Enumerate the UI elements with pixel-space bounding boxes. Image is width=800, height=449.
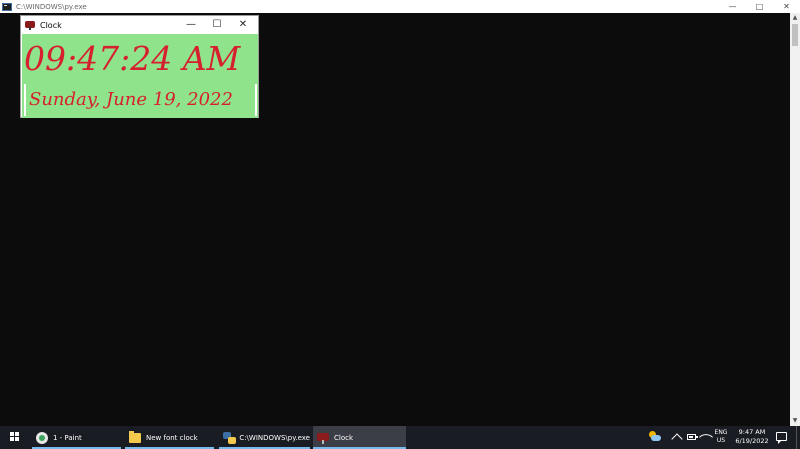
clock-maximize-button[interactable]: ☐ <box>204 16 230 34</box>
taskbar-item-new-font-clock[interactable]: New font clock <box>125 426 214 449</box>
clock-window-controls: — ☐ ✕ <box>178 16 256 34</box>
taskbar-item-paint[interactable]: 1 - Paint <box>32 426 121 449</box>
battery-icon[interactable] <box>687 434 698 440</box>
taskbar-item-clock[interactable]: Clock <box>313 426 406 449</box>
folder-icon <box>129 430 141 443</box>
taskbar: 1 - Paint New font clock C:\WINDOWS\py.e… <box>0 426 800 449</box>
console-scrollbar[interactable]: ▲ ▼ <box>790 13 800 426</box>
console-minimize-button[interactable]: — <box>719 0 746 13</box>
region-code: US <box>716 437 726 444</box>
console-window-controls: — □ ✕ <box>719 0 800 13</box>
language-code: ENG <box>714 429 728 436</box>
wifi-icon[interactable] <box>698 429 714 445</box>
paint-icon <box>36 431 48 444</box>
clock-titlebar[interactable]: Clock — ☐ ✕ <box>21 16 258 34</box>
tray-date: 6/19/2022 <box>735 437 769 445</box>
show-desktop-button[interactable] <box>796 426 800 449</box>
clock-date-label: Sunday, June 19, 2022 <box>29 89 233 110</box>
console-maximize-button[interactable]: □ <box>746 0 773 13</box>
windows-logo-icon <box>10 432 20 442</box>
start-button[interactable] <box>0 426 30 449</box>
language-indicator[interactable]: ENG US <box>713 429 729 445</box>
clock-date-box: Sunday, June 19, 2022 <box>24 84 257 116</box>
clock-close-button[interactable]: ✕ <box>230 16 256 34</box>
scrollbar-thumb[interactable] <box>792 24 798 46</box>
taskbar-item-label: Clock <box>334 433 354 442</box>
tray-clock[interactable]: 9:47 AM 6/19/2022 <box>734 428 770 446</box>
clock-window: Clock — ☐ ✕ 09:47:24 AM Sunday, June 19,… <box>20 15 259 118</box>
clock-time-label: 09:47:24 AM <box>24 39 241 78</box>
clock-app-icon <box>317 432 329 444</box>
weather-icon[interactable] <box>648 431 661 443</box>
clock-minimize-button[interactable]: — <box>178 16 204 34</box>
taskbar-item-label: 1 - Paint <box>53 433 82 442</box>
console-icon <box>2 2 12 11</box>
taskbar-item-py-exe[interactable]: C:\WINDOWS\py.exe <box>219 426 310 449</box>
clock-app-icon <box>25 20 35 30</box>
clock-window-title: Clock <box>40 20 62 30</box>
notification-icon[interactable] <box>776 432 787 444</box>
taskbar-item-label: C:\WINDOWS\py.exe <box>239 433 310 442</box>
chevron-up-icon[interactable] <box>671 433 683 445</box>
clock-content: 09:47:24 AM Sunday, June 19, 2022 <box>22 34 258 118</box>
taskbar-item-label: New font clock <box>146 433 198 442</box>
scroll-down-arrow-icon[interactable]: ▼ <box>790 416 800 426</box>
scroll-up-arrow-icon[interactable]: ▲ <box>790 13 800 23</box>
console-titlebar[interactable]: C:\WINDOWS\py.exe — □ ✕ <box>0 0 800 13</box>
console-title: C:\WINDOWS\py.exe <box>16 2 87 11</box>
python-icon <box>223 431 236 444</box>
console-close-button[interactable]: ✕ <box>773 0 800 13</box>
tray-time: 9:47 AM <box>738 428 766 436</box>
